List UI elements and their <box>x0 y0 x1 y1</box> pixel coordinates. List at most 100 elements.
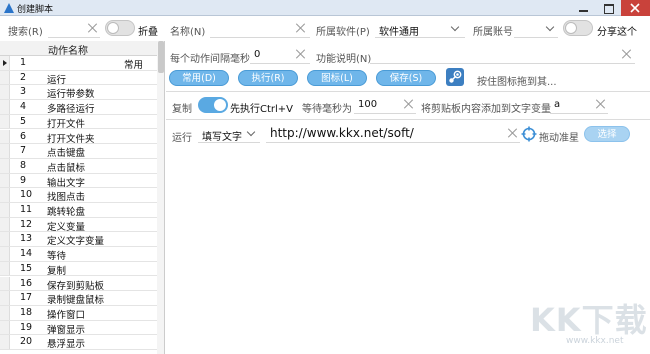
steam-icon[interactable] <box>446 68 464 86</box>
table-row[interactable]: 15 复制 <box>0 261 157 277</box>
table-row[interactable]: 6 打开文件夹 <box>0 129 157 145</box>
row-action-name: 悬浮显示 <box>47 339 86 351</box>
run-mode-select[interactable]: 填写文字 <box>198 126 260 143</box>
run-mode-value: 填写文字 <box>202 132 242 143</box>
variable-input[interactable]: a <box>550 97 608 114</box>
interval-label: 每个动作间隔毫秒 <box>170 54 250 65</box>
table-row[interactable]: 3 运行带参数 <box>0 85 157 100</box>
save-button[interactable]: 保存(S) <box>376 70 436 86</box>
interval-input[interactable]: 0 <box>250 47 310 64</box>
row-header[interactable] <box>0 70 10 85</box>
row-header[interactable] <box>0 85 10 100</box>
row-header[interactable] <box>0 188 10 202</box>
table-row[interactable]: 13 定义文字变量 <box>0 232 157 247</box>
vertical-scrollbar[interactable] <box>157 41 164 354</box>
table-row[interactable]: 1 常用 <box>0 56 157 71</box>
row-header[interactable] <box>0 158 10 173</box>
clear-icon[interactable] <box>596 99 606 109</box>
row-header[interactable] <box>0 56 10 70</box>
action-list-header: 动作名称 <box>0 41 157 57</box>
row-header[interactable] <box>0 276 10 291</box>
row-number: 7 <box>20 145 27 157</box>
row-header[interactable] <box>0 335 10 349</box>
row-header[interactable] <box>0 100 10 114</box>
row-number: 8 <box>20 159 27 171</box>
table-row[interactable]: 19 弹窗显示 <box>0 320 157 336</box>
wait-input[interactable]: 100 <box>354 97 416 114</box>
name-label: 名称(N) <box>170 27 206 38</box>
clear-icon[interactable] <box>296 49 306 59</box>
row-header[interactable] <box>0 217 10 232</box>
search-input[interactable] <box>48 21 100 38</box>
table-row[interactable]: 5 打开文件 <box>0 114 157 130</box>
software-label: 所属软件(P) <box>316 27 370 38</box>
table-row[interactable]: 14 等待 <box>0 247 157 262</box>
row-header[interactable] <box>0 203 10 217</box>
row-action-name: 打开文件 <box>47 118 86 130</box>
row-header[interactable] <box>0 173 10 188</box>
row-action-name: 录制键盘鼠标 <box>47 295 105 307</box>
row-header[interactable] <box>0 114 10 129</box>
row-tag: 常用 <box>123 60 143 71</box>
close-button[interactable] <box>621 0 650 16</box>
table-row[interactable]: 2 运行 <box>0 70 157 86</box>
description-input[interactable] <box>370 47 635 64</box>
row-action-name: 多路径运行 <box>47 104 95 116</box>
row-number: 6 <box>20 130 27 142</box>
common-button[interactable]: 常用(D) <box>169 70 229 86</box>
fold-toggle[interactable] <box>105 20 135 36</box>
table-row[interactable]: 8 点击鼠标 <box>0 158 157 174</box>
row-header[interactable] <box>0 144 10 158</box>
clear-icon[interactable] <box>88 23 98 33</box>
row-header[interactable] <box>0 261 10 276</box>
table-row[interactable]: 17 录制键盘鼠标 <box>0 291 157 306</box>
toggle-knob <box>107 22 119 34</box>
row-header[interactable] <box>0 291 10 305</box>
row-number: 4 <box>20 101 27 113</box>
row-header[interactable] <box>0 129 10 144</box>
software-select[interactable]: 软件通用 <box>375 21 465 38</box>
row-number: 18 <box>20 306 33 318</box>
icon-button[interactable]: 图标(L) <box>307 70 367 86</box>
row-header[interactable] <box>0 247 10 261</box>
name-input[interactable] <box>210 21 310 38</box>
row-header[interactable] <box>0 320 10 335</box>
drag-hint-text: 按住图标拖到其... <box>477 77 557 88</box>
clear-icon[interactable] <box>508 128 518 138</box>
url-input[interactable]: http://www.kkx.net/soft/ <box>266 124 520 143</box>
row-header[interactable] <box>0 305 10 320</box>
table-row[interactable]: 11 跳转轮盘 <box>0 203 157 218</box>
select-button[interactable]: 选择 <box>584 126 630 142</box>
table-row[interactable]: 20 悬浮显示 <box>0 335 157 350</box>
chevron-down-icon <box>545 22 555 32</box>
row-action-name: 等待 <box>47 251 67 263</box>
title-bar: 创建脚本 <box>0 0 650 16</box>
app-icon <box>4 3 14 13</box>
table-row[interactable]: 4 多路径运行 <box>0 100 157 115</box>
table-row[interactable]: 12 定义变量 <box>0 217 157 233</box>
toggle-knob <box>565 22 577 34</box>
row-number: 9 <box>20 174 27 186</box>
share-toggle[interactable] <box>563 20 593 36</box>
crosshair-icon[interactable] <box>521 126 537 142</box>
clear-icon[interactable] <box>296 23 306 33</box>
maximize-button[interactable] <box>596 0 621 16</box>
table-row[interactable]: 10 找图点击 <box>0 188 157 203</box>
table-row[interactable]: 7 点击键盘 <box>0 144 157 159</box>
clear-icon[interactable] <box>404 99 414 109</box>
row-action-name: 找图点击 <box>47 192 86 204</box>
ctrlv-toggle[interactable] <box>198 97 228 113</box>
scrollbar-thumb[interactable] <box>158 41 164 73</box>
table-row[interactable]: 9 输出文字 <box>0 173 157 189</box>
clear-icon[interactable] <box>622 49 632 59</box>
column-header-action-name: 动作名称 <box>48 46 88 57</box>
table-row[interactable]: 18 操作窗口 <box>0 305 157 321</box>
row-action-name: 操作窗口 <box>47 309 86 321</box>
minimize-button[interactable] <box>571 0 596 16</box>
account-select[interactable] <box>514 21 558 38</box>
row-number: 14 <box>20 248 33 260</box>
execute-button[interactable]: 执行(R) <box>238 70 298 86</box>
toggle-knob <box>214 99 226 111</box>
row-header[interactable] <box>0 232 10 247</box>
table-row[interactable]: 16 保存到剪贴板 <box>0 276 157 292</box>
